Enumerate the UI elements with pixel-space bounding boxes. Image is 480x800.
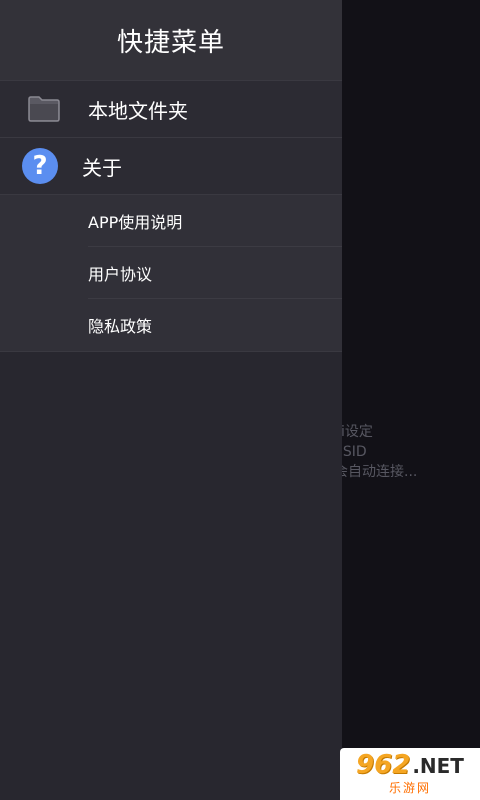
about-submenu: APP使用说明 用户协议 隐私政策 <box>0 194 342 352</box>
submenu-item-privacy-policy[interactable]: 隐私政策 <box>88 299 342 351</box>
folder-icon <box>16 96 72 122</box>
watermark-logo-text: 962 .NET <box>356 752 464 778</box>
site-watermark-logo: 962 .NET 乐游网 <box>340 748 480 800</box>
background-wifi-text: Fi设定 SSID 会自动连接... <box>334 422 480 482</box>
menu-item-label: 关于 <box>82 155 122 180</box>
screen: Fi设定 SSID 会自动连接... 快捷菜单 本地文件夹 ? 关于 APP使用… <box>0 0 480 800</box>
background-text-line: Fi设定 <box>334 424 373 440</box>
help-icon: ? <box>22 148 58 184</box>
help-icon-wrap: ? <box>6 148 74 184</box>
drawer-header: 快捷菜单 <box>0 0 342 80</box>
background-app-overlay[interactable]: Fi设定 SSID 会自动连接... <box>334 0 480 800</box>
watermark-suffix: .NET <box>412 754 464 778</box>
submenu-item-user-agreement[interactable]: 用户协议 <box>88 247 342 299</box>
background-text-line: SSID <box>334 444 367 460</box>
watermark-number: 962 <box>356 750 411 780</box>
watermark-site-name: 乐游网 <box>388 781 431 795</box>
drawer-title: 快捷菜单 <box>116 27 225 58</box>
submenu-item-app-guide[interactable]: APP使用说明 <box>88 195 342 247</box>
background-text-line: 会自动连接... <box>334 464 418 480</box>
menu-item-about[interactable]: ? 关于 <box>0 137 342 194</box>
navigation-drawer: 快捷菜单 本地文件夹 ? 关于 APP使用说明 用户协议 隐私政策 <box>0 0 342 800</box>
menu-item-local-folder[interactable]: 本地文件夹 <box>0 80 342 137</box>
menu-item-label: 本地文件夹 <box>88 98 188 123</box>
